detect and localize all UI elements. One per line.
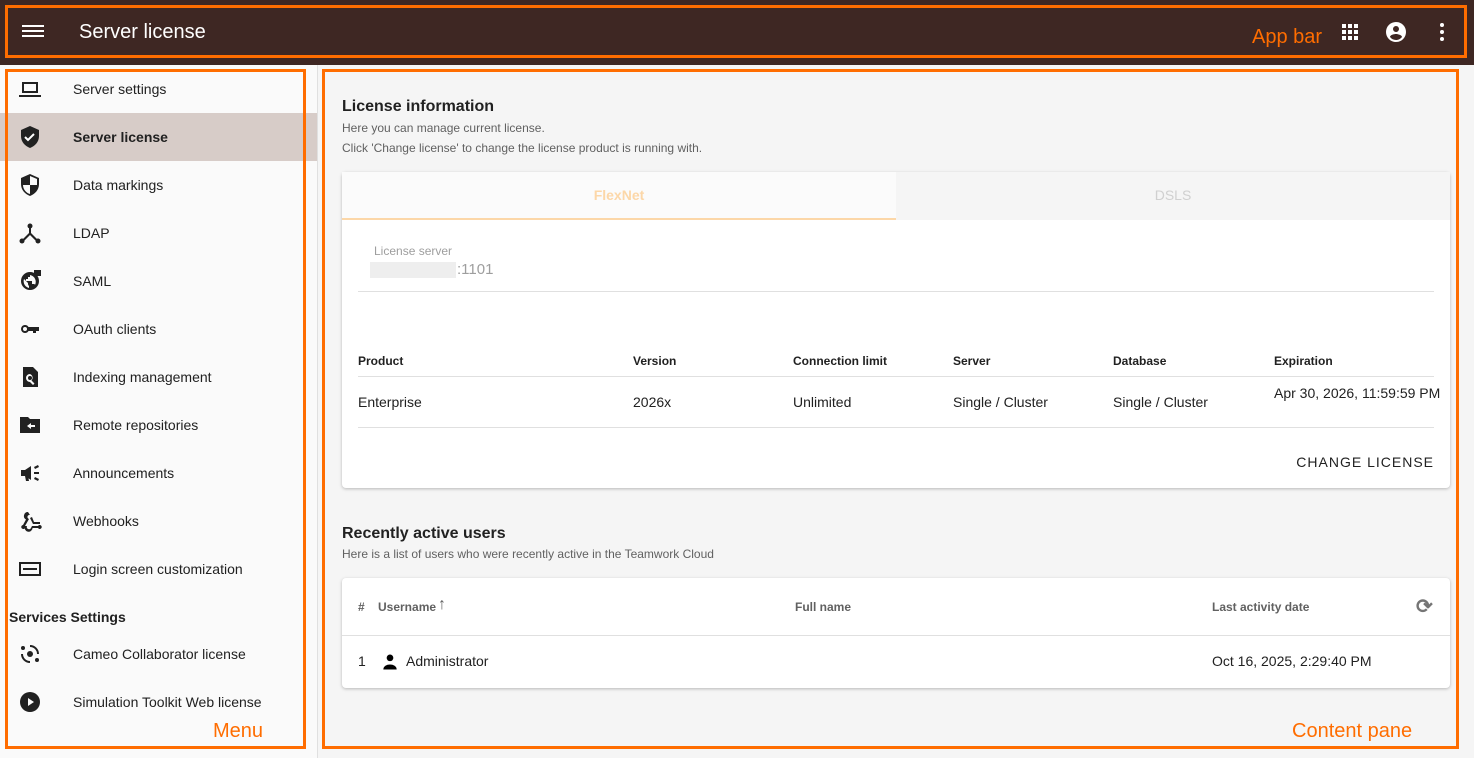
annotation-menu [5, 69, 306, 749]
annotation-app-bar-label: App bar [1252, 26, 1323, 48]
annotation-menu-label: Menu [213, 720, 264, 742]
annotation-content [322, 69, 1459, 749]
annotation-content-label: Content pane [1292, 720, 1413, 742]
annotation-app-bar [5, 5, 1467, 58]
